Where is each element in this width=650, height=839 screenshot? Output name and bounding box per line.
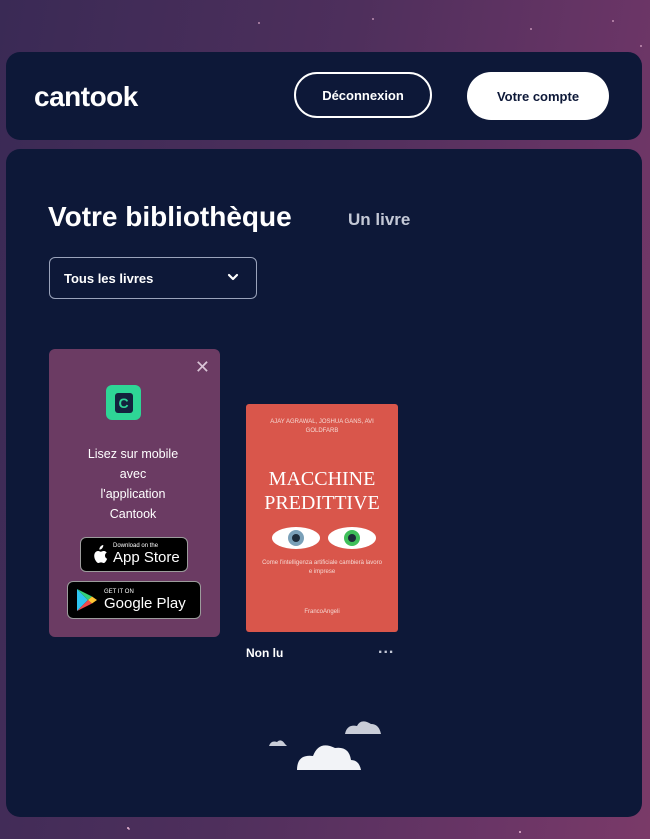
app-store-big-text: App Store — [113, 549, 180, 566]
promo-text-line: l'application — [100, 487, 166, 501]
cantook-logo[interactable]: cantook — [34, 81, 138, 113]
chevron-down-icon — [227, 273, 239, 281]
book-subtitle: Come l'intelligenza artificiale cambierà… — [262, 560, 382, 575]
page-title: Votre bibliothèque — [48, 201, 292, 232]
eyes-illustration — [272, 527, 376, 549]
star-decoration — [530, 28, 532, 30]
star-decoration — [640, 45, 642, 47]
mobile-app-promo-card: ✕ C Lisez sur mobile avec l'application … — [49, 349, 220, 637]
promo-text: Lisez sur mobile avec l'application Cant… — [59, 444, 207, 524]
promo-text-line: avec — [119, 467, 147, 481]
star-decoration — [372, 18, 374, 20]
google-play-big-text: Google Play — [104, 594, 186, 612]
top-navigation-bar: cantook Déconnexion Votre compte — [6, 52, 642, 140]
app-icon-letter: C — [114, 392, 133, 413]
promo-text-line: Lisez sur mobile — [87, 447, 179, 461]
filter-dropdown[interactable]: Tous les livres — [49, 257, 257, 299]
logout-button[interactable]: Déconnexion — [294, 72, 432, 118]
account-button[interactable]: Votre compte — [467, 72, 609, 120]
promo-text-line: Cantook — [109, 507, 157, 521]
book-title-line1: MACCHINE — [268, 468, 376, 490]
library-panel: Votre bibliothèque Un livre Tous les liv… — [6, 149, 642, 817]
book-title-line2: PREDITTIVE — [264, 492, 380, 514]
book-authors: AJAY AGRAWAL, JOSHUA GANS, AVI GOLDFARB — [270, 419, 374, 434]
google-play-icon — [77, 589, 97, 611]
book-publisher: FrancoAngeli — [304, 609, 340, 615]
star-decoration — [612, 20, 614, 22]
app-store-badge[interactable]: Download on the App Store — [80, 537, 188, 572]
cantook-app-icon: C — [106, 385, 141, 420]
more-options-button[interactable]: ... — [378, 640, 394, 658]
book-cover[interactable]: AJAY AGRAWAL, JOSHUA GANS, AVI GOLDFARB … — [246, 404, 398, 632]
footer-strip — [127, 827, 521, 833]
apple-icon — [94, 544, 108, 563]
reading-status: Non lu — [246, 646, 284, 660]
filter-selected-value: Tous les livres — [64, 270, 154, 286]
star-decoration — [258, 22, 260, 24]
close-icon[interactable]: ✕ — [195, 357, 210, 378]
book-count: Un livre — [348, 210, 411, 229]
clouds-illustration — [269, 721, 381, 770]
google-play-badge[interactable]: GET IT ON Google Play — [67, 581, 201, 619]
